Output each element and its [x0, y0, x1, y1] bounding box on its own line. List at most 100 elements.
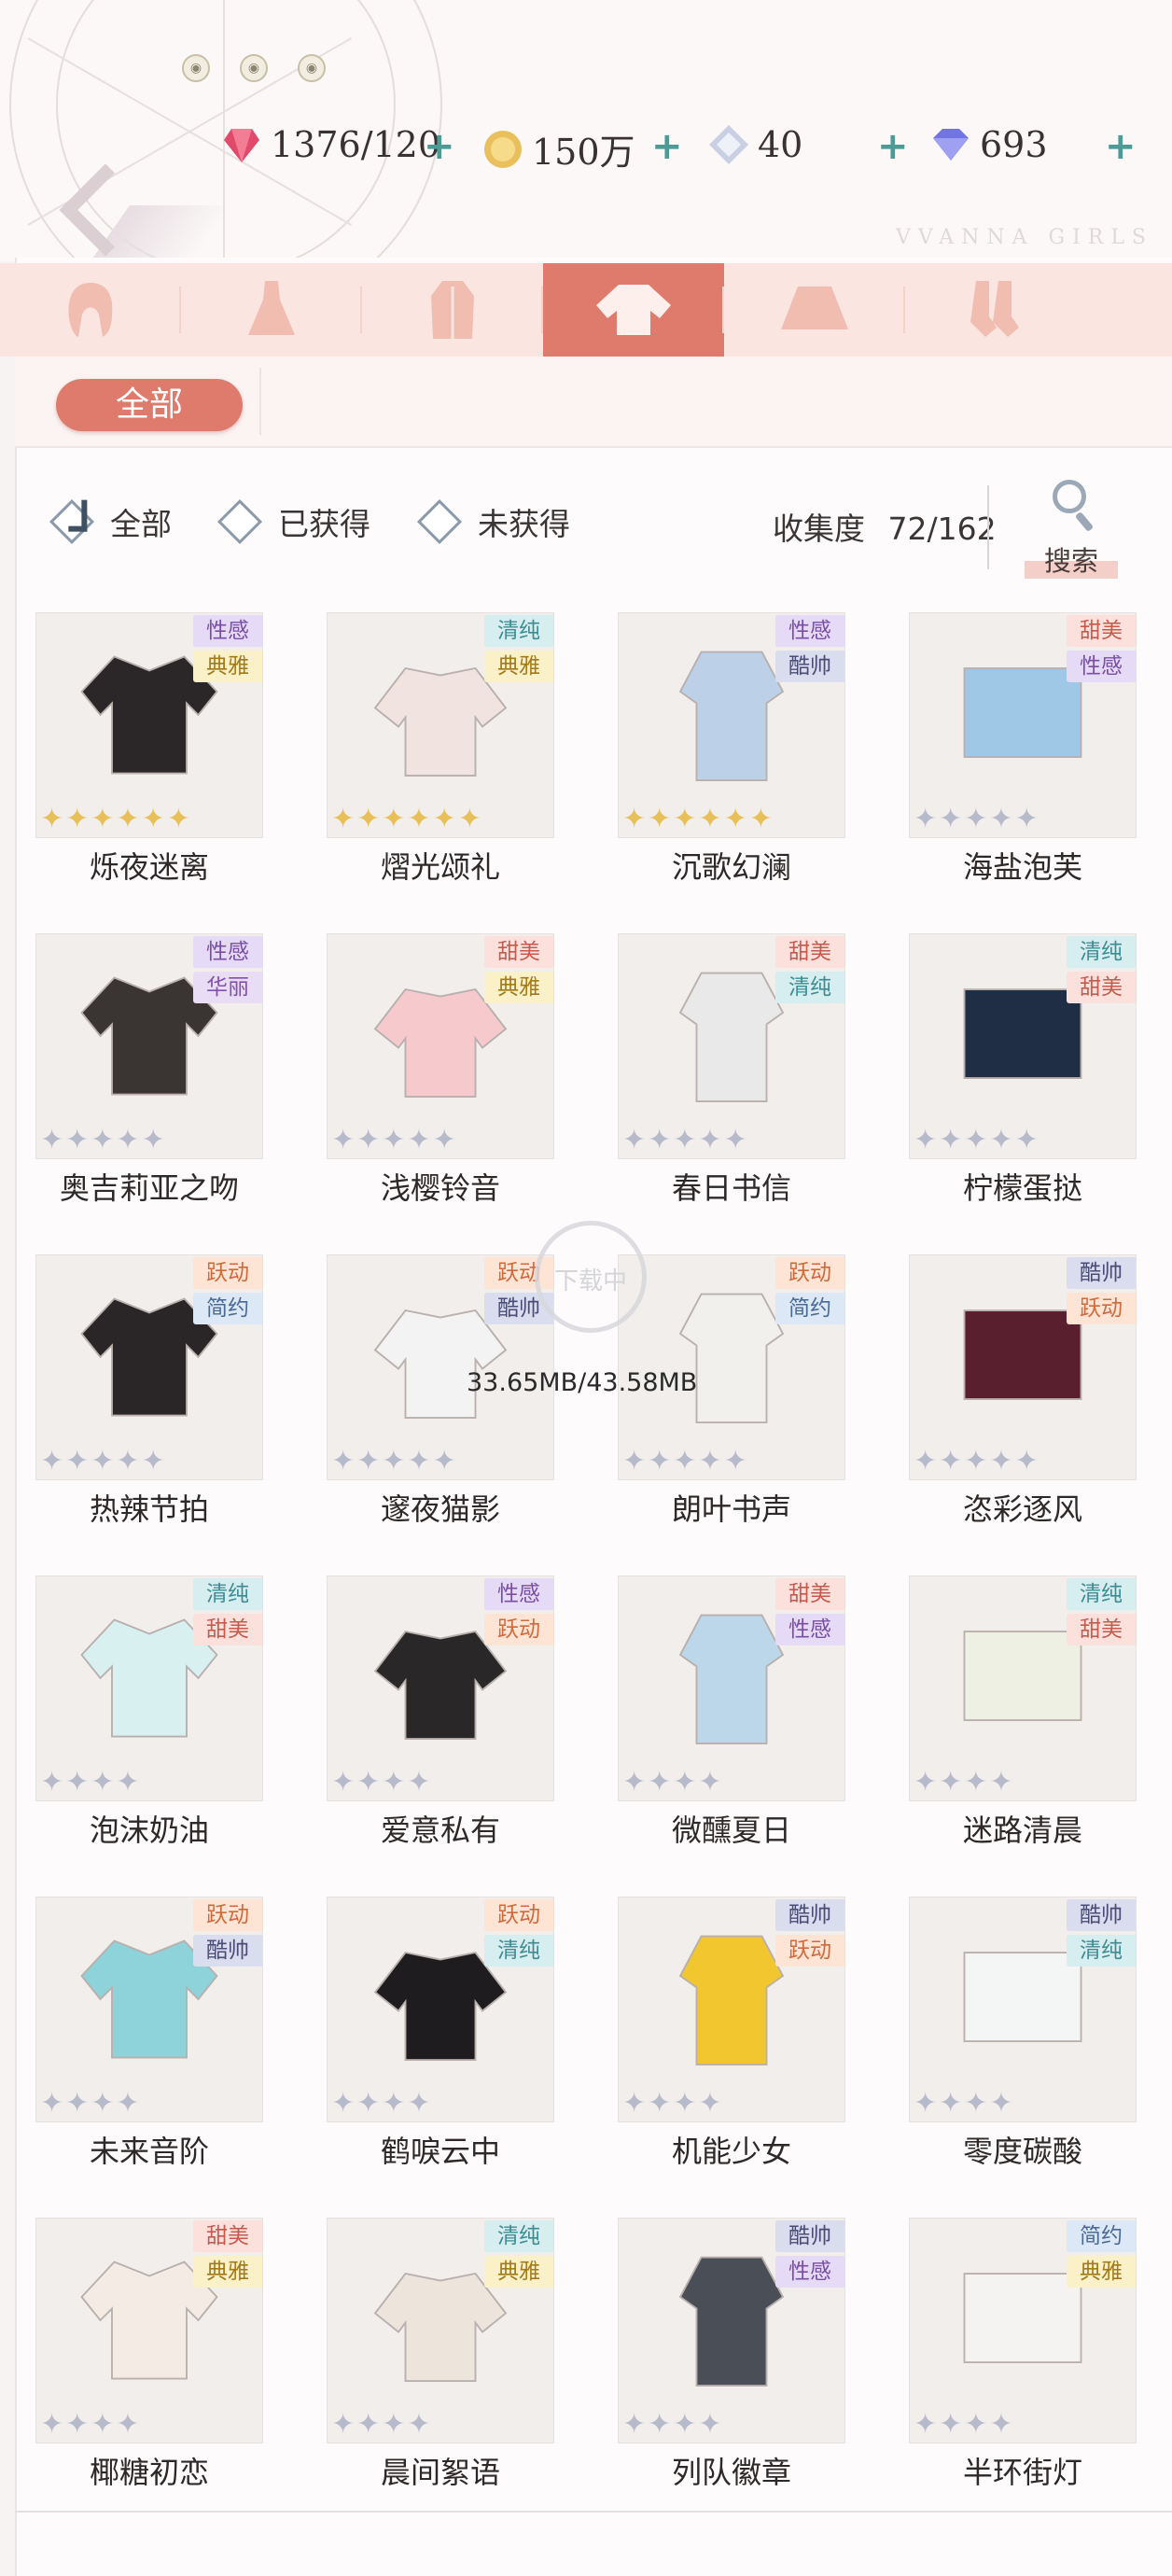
wardrobe-item-card[interactable]: 跃动 简约 ✦ ✦ ✦ ✦ ✦ 热辣节拍: [35, 1254, 263, 1533]
wardrobe-item-card[interactable]: 性感 酷帅 ✦ ✦ ✦ ✦ ✦ ✦ 沉歌幻澜: [618, 612, 845, 890]
item-name: 机能少女: [671, 2134, 791, 2169]
rarity-stars: ✦ ✦ ✦ ✦: [331, 2090, 431, 2118]
style-tags: 清纯 甜美: [1067, 936, 1136, 1003]
add-diamond-button[interactable]: +: [1105, 125, 1137, 168]
item-name: 熠光颂礼: [380, 849, 500, 885]
filter-unowned[interactable]: 未获得: [416, 498, 570, 545]
filter-unowned-label: 未获得: [478, 506, 570, 542]
star-icon: ✦: [964, 1766, 988, 1799]
wardrobe-item-card[interactable]: 甜美 典雅 ✦ ✦ ✦ ✦ 椰糖初恋: [35, 2218, 263, 2496]
style-tags: 跃动 酷帅: [193, 1899, 262, 1967]
item-thumbnail: 跃动 酷帅 ✦ ✦ ✦ ✦ ✦: [327, 1254, 554, 1480]
wardrobe-item-card[interactable]: 性感 华丽 ✦ ✦ ✦ ✦ ✦ 奥吉莉亚之吻: [35, 933, 263, 1211]
star-icon: ✦: [914, 803, 938, 835]
star-icon: ✦: [382, 803, 406, 835]
item-thumbnail: 性感 酷帅 ✦ ✦ ✦ ✦ ✦ ✦: [618, 612, 845, 838]
star-icon: ✦: [673, 1124, 697, 1156]
tab-hair[interactable]: [0, 263, 181, 357]
all-subcategory-tab[interactable]: 全部: [56, 379, 243, 431]
style-tag: 跃动: [193, 1257, 262, 1289]
style-tag: 酷帅: [775, 651, 844, 682]
tab-top[interactable]: [543, 263, 724, 357]
socks-icon: [970, 281, 1019, 337]
wardrobe-item-card[interactable]: 清纯 甜美 ✦ ✦ ✦ ✦ 迷路清晨: [909, 1575, 1137, 1854]
wardrobe-item-card[interactable]: 甜美 性感 ✦ ✦ ✦ ✦ 微醺夏日: [618, 1575, 845, 1854]
tab-skirt[interactable]: [724, 263, 905, 357]
style-tag: 性感: [193, 936, 262, 968]
item-thumbnail: 清纯 甜美 ✦ ✦ ✦ ✦: [35, 1575, 263, 1801]
item-thumbnail: 酷帅 性感 ✦ ✦ ✦ ✦: [618, 2218, 845, 2443]
style-tag: 简约: [775, 1293, 844, 1324]
rarity-stars: ✦ ✦ ✦ ✦ ✦ ✦: [40, 805, 190, 833]
style-tags: 跃动 简约: [775, 1257, 844, 1324]
search-button[interactable]: 搜索: [1021, 476, 1123, 579]
wardrobe-item-card[interactable]: 跃动 清纯 ✦ ✦ ✦ ✦ 鹤唳云中: [327, 1897, 554, 2175]
tab-coat[interactable]: [362, 263, 543, 357]
wardrobe-item-card[interactable]: 性感 典雅 ✦ ✦ ✦ ✦ ✦ ✦ 烁夜迷离: [35, 612, 263, 890]
star-icon: ✦: [407, 2408, 431, 2441]
star-icon: ✦: [40, 2408, 64, 2441]
style-tag: 酷帅: [775, 2220, 844, 2252]
rarity-stars: ✦ ✦ ✦ ✦: [622, 2090, 722, 2118]
tab-dress[interactable]: [181, 263, 362, 357]
wardrobe-item-card[interactable]: 清纯 典雅 ✦ ✦ ✦ ✦ 晨间絮语: [327, 2218, 554, 2496]
star-icon: ✦: [648, 1445, 672, 1477]
style-tags: 性感 酷帅: [775, 615, 844, 682]
star-icon: ✦: [166, 803, 190, 835]
style-tag: 酷帅: [1067, 1257, 1136, 1289]
star-icon: ✦: [698, 1766, 722, 1799]
star-icon: ✦: [964, 803, 988, 835]
item-name: 鹤唳云中: [380, 2134, 500, 2169]
wardrobe-item-card[interactable]: 酷帅 性感 ✦ ✦ ✦ ✦ 列队徽章: [618, 2218, 845, 2496]
add-stamina-button[interactable]: +: [424, 125, 455, 168]
filter-all[interactable]: 全部: [49, 498, 172, 545]
star-icon: ✦: [40, 1124, 64, 1156]
style-tag: 清纯: [484, 2220, 553, 2252]
status-dot-icon: ◉: [182, 54, 210, 82]
star-icon: ✦: [989, 2408, 1013, 2441]
rarity-stars: ✦ ✦ ✦ ✦: [40, 2090, 140, 2118]
status-dot-icon: ◉: [298, 54, 326, 82]
filter-owned[interactable]: 已获得: [216, 498, 370, 545]
wardrobe-item-card[interactable]: 甜美 典雅 ✦ ✦ ✦ ✦ ✦ 浅樱铃音: [327, 933, 554, 1211]
add-gold-button[interactable]: +: [651, 125, 683, 168]
style-tag: 甜美: [1067, 972, 1136, 1003]
add-crystal-button[interactable]: +: [877, 125, 909, 168]
star-icon: ✦: [622, 803, 647, 835]
style-tag: 清纯: [484, 615, 553, 647]
wardrobe-item-card[interactable]: 酷帅 跃动 ✦ ✦ ✦ ✦ 机能少女: [618, 1897, 845, 2175]
wardrobe-item-card[interactable]: 简约 典雅 ✦ ✦ ✦ ✦ 半环街灯: [909, 2218, 1137, 2496]
star-icon: ✦: [407, 1445, 431, 1477]
rarity-stars: ✦ ✦ ✦ ✦: [331, 1769, 431, 1797]
diamond-counter: 693: [929, 123, 1048, 166]
wardrobe-item-card[interactable]: 酷帅 跃动 ✦ ✦ ✦ ✦ ✦ 恣彩逐风: [909, 1254, 1137, 1533]
style-tags: 甜美 典雅: [484, 936, 553, 1003]
star-icon: ✦: [698, 2087, 722, 2120]
filter-all-label: 全部: [110, 506, 172, 542]
back-button[interactable]: [45, 140, 233, 261]
wardrobe-item-card[interactable]: 甜美 性感 ✦ ✦ ✦ ✦ ✦ 海盐泡芙: [909, 612, 1137, 890]
dress-icon: [248, 281, 295, 335]
item-name: 柠檬蛋挞: [962, 1170, 1082, 1206]
stamina-value: 1376/120: [271, 124, 441, 165]
style-tag: 典雅: [484, 972, 553, 1003]
wardrobe-item-card[interactable]: 清纯 典雅 ✦ ✦ ✦ ✦ ✦ ✦ 熠光颂礼: [327, 612, 554, 890]
tab-socks[interactable]: [905, 263, 1086, 357]
style-tags: 性感 典雅: [193, 615, 262, 682]
wardrobe-item-card[interactable]: 性感 跃动 ✦ ✦ ✦ ✦ 爱意私有: [327, 1575, 554, 1854]
star-icon: ✦: [91, 1766, 115, 1799]
wardrobe-item-card[interactable]: 甜美 清纯 ✦ ✦ ✦ ✦ ✦ 春日书信: [618, 933, 845, 1211]
collection-label: 收集度: [773, 511, 865, 547]
wardrobe-item-card[interactable]: 清纯 甜美 ✦ ✦ ✦ ✦ 泡沫奶油: [35, 1575, 263, 1854]
style-tag: 性感: [775, 2256, 844, 2288]
wardrobe-item-card[interactable]: 酷帅 清纯 ✦ ✦ ✦ ✦ 零度碳酸: [909, 1897, 1137, 2175]
wardrobe-item-card[interactable]: 跃动 酷帅 ✦ ✦ ✦ ✦ 未来音阶: [35, 1897, 263, 2175]
star-icon: ✦: [407, 1766, 431, 1799]
wardrobe-item-card[interactable]: 清纯 甜美 ✦ ✦ ✦ ✦ ✦ 柠檬蛋挞: [909, 933, 1137, 1211]
star-icon: ✦: [723, 1124, 747, 1156]
style-tag: 酷帅: [1067, 1899, 1136, 1931]
star-icon: ✦: [648, 2087, 672, 2120]
brand-watermark: VVANNA GIRLS: [895, 226, 1153, 249]
star-icon: ✦: [356, 1124, 381, 1156]
star-icon: ✦: [914, 2408, 938, 2441]
